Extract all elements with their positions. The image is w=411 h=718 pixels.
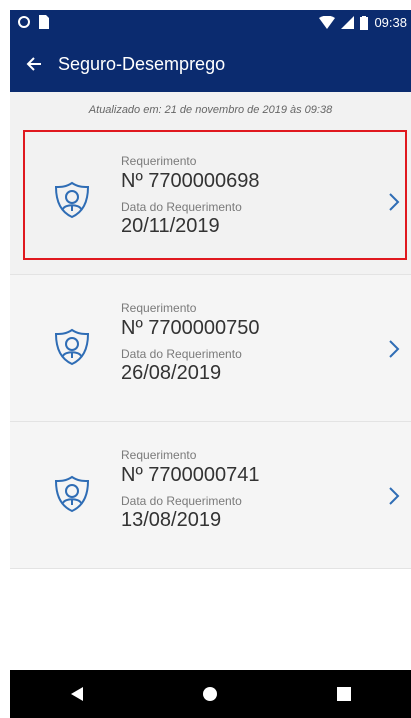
battery-icon — [360, 15, 369, 30]
request-date: 13/08/2019 — [121, 509, 222, 531]
sim-card-icon — [39, 15, 49, 29]
nav-home-button[interactable] — [180, 670, 240, 718]
request-number: Nº 7700000750 — [121, 317, 260, 339]
chevron-right-icon — [389, 487, 400, 505]
status-left — [18, 15, 50, 29]
app-screen: 09:38 Seguro-Desemprego Atualizado em: 2… — [10, 10, 411, 718]
request-label: Requerimento — [121, 448, 197, 462]
request-details: Requerimento Nº 7700000698 Data do Reque… — [121, 154, 260, 238]
wifi-icon — [319, 16, 336, 29]
request-number: Nº 7700000741 — [121, 464, 260, 486]
page-title: Seguro-Desemprego — [58, 53, 226, 74]
chevron-right-icon — [389, 193, 400, 211]
shield-person-icon — [54, 181, 90, 219]
app-bar: Seguro-Desemprego — [10, 36, 411, 92]
request-date-label: Data do Requerimento — [121, 200, 242, 214]
back-button[interactable] — [10, 36, 58, 92]
request-date-label: Data do Requerimento — [121, 347, 242, 361]
nav-recents-button[interactable] — [314, 670, 374, 718]
request-date: 26/08/2019 — [121, 362, 222, 384]
circle-home-icon — [203, 687, 218, 701]
notification-dot-icon — [18, 16, 30, 28]
request-list: Requerimento Nº 7700000698 Data do Reque… — [10, 128, 411, 569]
request-number: Nº 7700000698 — [121, 170, 260, 192]
request-card[interactable]: Requerimento Nº 7700000698 Data do Reque… — [10, 128, 411, 275]
shield-person-icon — [54, 328, 90, 366]
status-bar: 09:38 — [10, 10, 411, 36]
request-label: Requerimento — [121, 154, 197, 168]
system-nav-bar — [10, 670, 411, 718]
updated-timestamp: Atualizado em: 21 de novembro de 2019 às… — [10, 92, 411, 129]
request-date: 20/11/2019 — [121, 215, 220, 237]
request-details: Requerimento Nº 7700000750 Data do Reque… — [121, 301, 260, 385]
shield-person-icon — [54, 475, 90, 513]
request-label: Requerimento — [121, 301, 197, 315]
triangle-back-icon — [70, 687, 83, 701]
request-date-label: Data do Requerimento — [121, 494, 242, 508]
request-card[interactable]: Requerimento Nº 7700000750 Data do Reque… — [10, 275, 411, 422]
request-card[interactable]: Requerimento Nº 7700000741 Data do Reque… — [10, 422, 411, 569]
request-details: Requerimento Nº 7700000741 Data do Reque… — [121, 448, 260, 532]
chevron-right-icon — [389, 340, 400, 358]
signal-icon — [341, 16, 355, 29]
arrow-left-icon — [26, 57, 41, 71]
status-time: 09:38 — [374, 15, 407, 30]
square-recents-icon — [337, 687, 352, 701]
status-right: 09:38 — [319, 15, 407, 30]
nav-back-button[interactable] — [47, 670, 107, 718]
